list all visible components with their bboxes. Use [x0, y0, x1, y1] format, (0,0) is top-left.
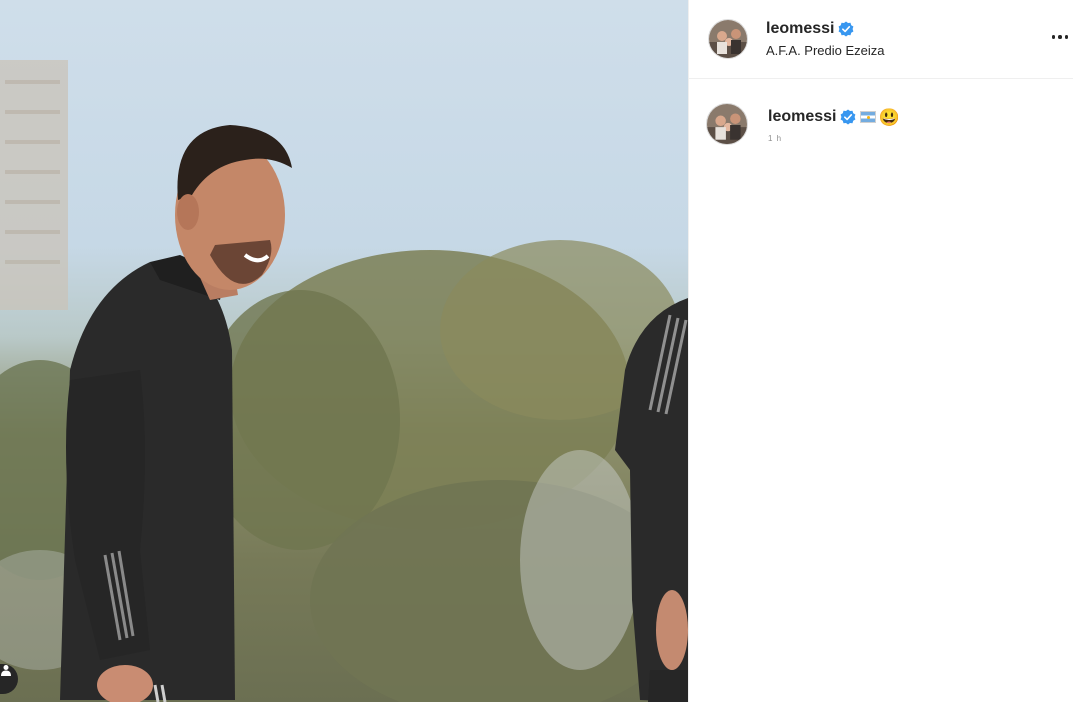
post-header: leomessi A.F.A. Predio Ezeiza: [689, 0, 1073, 79]
argentina-flag-icon: [860, 111, 877, 123]
more-dot-icon: [1064, 35, 1069, 39]
comment-author-username[interactable]: leomessi: [768, 108, 836, 126]
avatar[interactable]: [708, 19, 748, 59]
more-options-button[interactable]: [1049, 27, 1071, 47]
verified-badge-icon: [839, 21, 854, 37]
verified-badge-icon: [841, 109, 856, 125]
avatar-image: [707, 104, 747, 144]
post-side-panel: leomessi A.F.A. Predio Ezeiza leomessi 😃…: [688, 0, 1073, 702]
photo-illustration: [0, 60, 688, 702]
user-icon: [1, 665, 11, 676]
post-photo[interactable]: [0, 0, 688, 702]
post-location[interactable]: A.F.A. Predio Ezeiza: [766, 43, 885, 58]
instagram-post-modal: leomessi A.F.A. Predio Ezeiza leomessi 😃…: [0, 0, 1073, 702]
avatar-image: [709, 20, 747, 58]
smiling-face-emoji: 😃: [878, 107, 900, 127]
caption-text: 😃: [860, 107, 900, 127]
post-author-username[interactable]: leomessi: [766, 20, 834, 38]
more-dot-icon: [1051, 35, 1056, 39]
comment-timestamp[interactable]: 1 h: [768, 134, 900, 143]
caption-comment: leomessi 😃 1 h: [689, 79, 1073, 145]
more-dot-icon: [1058, 35, 1062, 39]
avatar[interactable]: [706, 103, 748, 145]
